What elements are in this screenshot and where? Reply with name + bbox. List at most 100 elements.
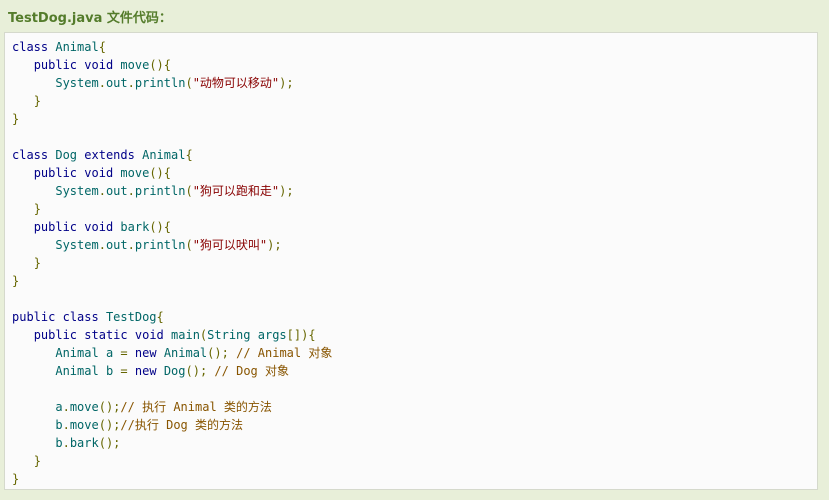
code-token-pun: ); bbox=[279, 184, 294, 198]
code-token-pun: (); bbox=[98, 418, 121, 432]
code-line: a.move();// 执行 Animal 类的方法 bbox=[12, 398, 332, 416]
code-token-pln bbox=[128, 364, 135, 378]
code-line: public void move(){ bbox=[12, 56, 332, 74]
code-token-kw: void bbox=[84, 220, 114, 234]
code-token-kw: static bbox=[84, 328, 128, 342]
code-token-pun: = bbox=[120, 346, 128, 360]
code-token-typ: println bbox=[134, 184, 186, 198]
code-token-str: "狗可以跑和走" bbox=[192, 184, 280, 198]
code-line: b.bark(); bbox=[12, 434, 332, 452]
code-line: } bbox=[12, 452, 332, 470]
code-token-kw: public bbox=[12, 310, 56, 324]
code-token-com: // Dog 对象 bbox=[214, 364, 289, 378]
code-token-typ: out bbox=[105, 238, 128, 252]
code-token-typ: TestDog bbox=[105, 310, 157, 324]
code-block[interactable]: class Animal{ public void move(){ System… bbox=[4, 32, 818, 490]
code-line: public void bark(){ bbox=[12, 218, 332, 236]
code-line: } bbox=[12, 110, 332, 128]
code-line: b.move();//执行 Dog 类的方法 bbox=[12, 416, 332, 434]
code-token-com: // Animal 对象 bbox=[236, 346, 333, 360]
code-token-pln bbox=[12, 202, 34, 216]
code-section-title: TestDog.java 文件代码： bbox=[8, 11, 172, 26]
code-token-pun: (){ bbox=[149, 58, 172, 72]
code-token-pun: (){ bbox=[149, 220, 172, 234]
code-token-pln bbox=[157, 346, 164, 360]
code-token-typ: Animal bbox=[163, 346, 208, 360]
code-token-typ: move bbox=[120, 58, 150, 72]
code-token-pln bbox=[12, 364, 55, 378]
code-token-kw: new bbox=[134, 346, 157, 360]
code-token-pun: (); bbox=[98, 436, 121, 450]
code-line: } bbox=[12, 200, 332, 218]
code-token-pun: . bbox=[62, 436, 70, 450]
code-token-pun: . bbox=[127, 238, 135, 252]
code-line: public static void main(String args[]){ bbox=[12, 326, 332, 344]
code-token-pln bbox=[12, 454, 34, 468]
code-token-pln bbox=[12, 328, 34, 342]
code-token-pun: (); bbox=[185, 364, 208, 378]
code-token-pun: ( bbox=[185, 238, 193, 252]
code-token-typ: move bbox=[69, 418, 99, 432]
code-token-pln bbox=[12, 418, 55, 432]
code-token-typ: main bbox=[171, 328, 200, 342]
code-token-pun: . bbox=[62, 400, 70, 414]
code-line: System.out.println("动物可以移动"); bbox=[12, 74, 332, 92]
code-line: class Animal{ bbox=[12, 38, 332, 56]
code-token-typ: System bbox=[55, 184, 99, 198]
code-token-kw: public bbox=[33, 58, 78, 72]
code-token-kw: new bbox=[134, 364, 157, 378]
code-token-pln bbox=[12, 58, 34, 72]
code-token-typ: println bbox=[134, 238, 186, 252]
code-token-typ: args bbox=[257, 328, 287, 342]
code-token-str: "动物可以移动" bbox=[192, 76, 280, 90]
code-line: class Dog extends Animal{ bbox=[12, 146, 332, 164]
code-token-com: // 执行 Animal 类的方法 bbox=[120, 400, 272, 414]
code-token-pln bbox=[128, 346, 135, 360]
code-line: } bbox=[12, 272, 332, 290]
code-token-pun: } bbox=[33, 256, 41, 270]
code-token-typ: Dog bbox=[55, 148, 78, 162]
code-token-pln bbox=[99, 346, 106, 360]
code-line: public void move(){ bbox=[12, 164, 332, 182]
code-token-typ: move bbox=[120, 166, 150, 180]
code-token-pun: { bbox=[156, 310, 164, 324]
code-token-kw: class bbox=[62, 310, 99, 324]
code-token-pun: . bbox=[98, 76, 106, 90]
code-token-pln bbox=[12, 94, 34, 108]
code-listing[interactable]: class Animal{ public void move(){ System… bbox=[12, 38, 332, 488]
code-token-kw: class bbox=[12, 40, 49, 54]
code-token-typ: System bbox=[55, 76, 99, 90]
code-token-typ: b bbox=[55, 436, 63, 450]
code-token-typ: Animal bbox=[55, 40, 99, 54]
code-token-pun: . bbox=[98, 238, 106, 252]
code-token-kw: class bbox=[12, 148, 49, 162]
code-token-pln bbox=[12, 166, 34, 180]
code-token-pln bbox=[12, 346, 55, 360]
code-token-str: "狗可以吠叫" bbox=[192, 238, 268, 252]
code-token-typ: b bbox=[55, 418, 63, 432]
code-token-pln bbox=[12, 220, 34, 234]
code-token-pun: (); bbox=[98, 400, 121, 414]
code-token-kw: void bbox=[84, 58, 114, 72]
code-token-pln bbox=[12, 436, 55, 450]
code-line: System.out.println("狗可以吠叫"); bbox=[12, 236, 332, 254]
code-token-typ: Animal bbox=[142, 148, 186, 162]
code-token-pun: } bbox=[12, 274, 20, 288]
code-token-kw: void bbox=[134, 328, 164, 342]
code-token-pln bbox=[12, 238, 55, 252]
code-line: Animal a = new Animal(); // Animal 对象 bbox=[12, 344, 332, 362]
code-token-typ: System bbox=[55, 238, 99, 252]
code-token-pun: (){ bbox=[149, 166, 172, 180]
code-token-pun: . bbox=[127, 76, 135, 90]
code-token-kw: public bbox=[33, 166, 78, 180]
code-token-pun: } bbox=[12, 472, 20, 486]
code-token-pln bbox=[12, 256, 34, 270]
code-token-pln bbox=[12, 400, 55, 414]
code-token-pun: ); bbox=[279, 76, 294, 90]
code-token-pun: } bbox=[33, 202, 41, 216]
code-token-pln bbox=[164, 328, 171, 342]
code-token-typ: Dog bbox=[163, 364, 186, 378]
code-token-com: //执行 Dog 类的方法 bbox=[120, 418, 243, 432]
